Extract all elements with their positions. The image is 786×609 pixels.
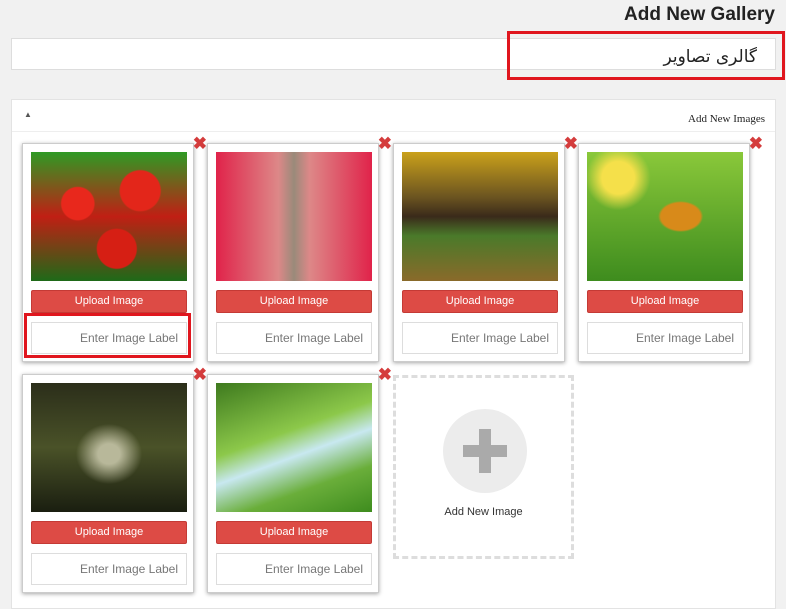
image-label-input[interactable]: Enter Image Label: [216, 553, 372, 585]
gallery-image: [587, 152, 743, 281]
plus-icon: [443, 409, 527, 493]
image-label-input[interactable]: Enter Image Label: [31, 553, 187, 585]
image-card: Upload Image Enter Image Label ✖: [393, 135, 578, 362]
highlight-box: [507, 31, 785, 80]
upload-image-button[interactable]: Upload Image: [216, 521, 372, 544]
delete-icon[interactable]: ✖: [749, 135, 763, 152]
image-card: Upload Image Enter Image Label ✖: [578, 135, 763, 362]
delete-icon[interactable]: ✖: [378, 135, 392, 152]
image-card: Upload Image Enter Image Label ✖: [207, 135, 392, 362]
delete-icon[interactable]: ✖: [564, 135, 578, 152]
upload-image-button[interactable]: Upload Image: [587, 290, 743, 313]
page-title: Add New Gallery: [624, 4, 775, 25]
delete-icon[interactable]: ✖: [193, 135, 207, 152]
gallery-image: [31, 152, 187, 281]
image-label-input[interactable]: Enter Image Label: [587, 322, 743, 354]
image-card: Upload Image Enter Image Label ✖: [207, 366, 392, 593]
upload-image-button[interactable]: Upload Image: [31, 521, 187, 544]
panel-header: ▲ Add New Images: [12, 100, 775, 132]
collapse-toggle-icon[interactable]: ▲: [24, 110, 32, 119]
delete-icon[interactable]: ✖: [378, 366, 392, 383]
gallery-image: [216, 383, 372, 512]
image-label-input[interactable]: Enter Image Label: [402, 322, 558, 354]
image-label-input[interactable]: Enter Image Label: [216, 322, 372, 354]
delete-icon[interactable]: ✖: [193, 366, 207, 383]
image-card: Upload Image Enter Image Label ✖: [22, 366, 207, 593]
gallery-image: [216, 152, 372, 281]
upload-image-button[interactable]: Upload Image: [402, 290, 558, 313]
gallery-image: [402, 152, 558, 281]
gallery-image: [31, 383, 187, 512]
panel-title: Add New Images: [688, 113, 765, 125]
highlight-box: [24, 313, 191, 358]
upload-image-button[interactable]: Upload Image: [31, 290, 187, 313]
add-new-image-button[interactable]: Add New Image: [393, 375, 574, 559]
add-new-image-label: Add New Image: [444, 506, 523, 518]
upload-image-button[interactable]: Upload Image: [216, 290, 372, 313]
